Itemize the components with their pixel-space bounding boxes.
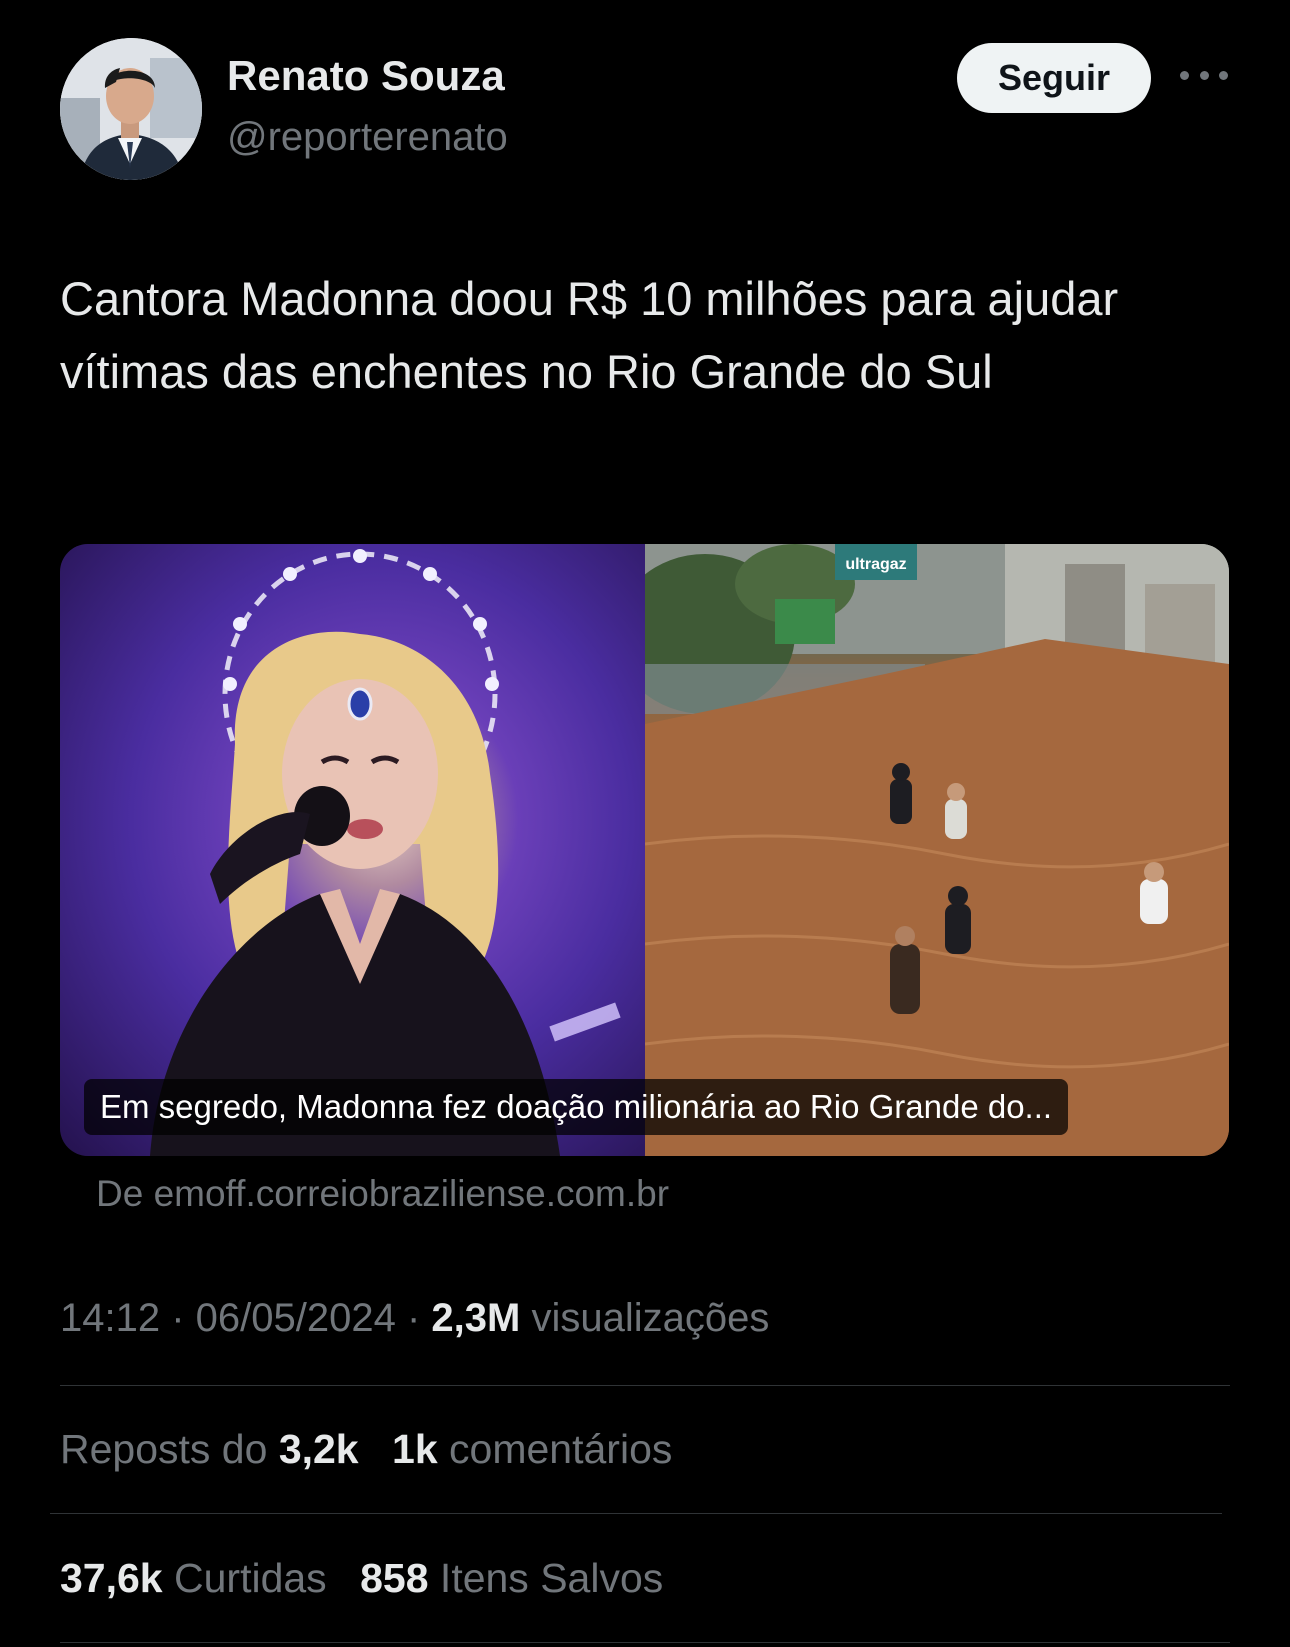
more-dot: [1219, 70, 1228, 80]
card-image-flood: ultragaz: [645, 544, 1229, 1156]
divider: [60, 1385, 1230, 1386]
tweet-time[interactable]: 14:12: [60, 1296, 160, 1340]
divider: [50, 1513, 1222, 1514]
card-source-domain[interactable]: De emoff.correiobraziliense.com.br: [96, 1173, 669, 1215]
reposts-label: Reposts do: [60, 1426, 268, 1472]
views-label: visualizações: [531, 1296, 770, 1340]
comments-label: comentários: [449, 1426, 673, 1472]
likes-label: Curtidas: [174, 1555, 327, 1601]
avatar[interactable]: [60, 38, 202, 180]
follow-button[interactable]: Seguir: [957, 43, 1151, 113]
comments-stat[interactable]: 1k comentários: [392, 1426, 672, 1473]
link-card[interactable]: ultragaz Em segredo, Madonna fez doação …: [60, 544, 1229, 1156]
engagement-row-likes: 37,6k Curtidas 858 Itens Salvos: [60, 1555, 685, 1602]
saves-stat[interactable]: 858 Itens Salvos: [360, 1555, 663, 1602]
card-caption: Em segredo, Madonna fez doação milionári…: [84, 1079, 1069, 1135]
likes-stat[interactable]: 37,6k Curtidas: [60, 1555, 327, 1602]
tweet-meta: 14:12 · 06/05/2024 · 2,3M visualizações: [60, 1296, 769, 1341]
reposts-stat[interactable]: Reposts do 3,2k: [60, 1426, 359, 1473]
likes-count: 37,6k: [60, 1555, 163, 1601]
tweet-date[interactable]: 06/05/2024: [196, 1296, 396, 1340]
avatar-photo: [60, 38, 202, 180]
meta-separator: ·: [395, 1296, 432, 1340]
reposts-count: 3,2k: [278, 1426, 359, 1472]
more-dot: [1199, 70, 1209, 80]
views-count: 2,3M: [431, 1296, 521, 1340]
saves-count: 858: [360, 1555, 429, 1601]
storefront-sign-text: ultragaz: [845, 556, 906, 573]
comments-count: 1k: [392, 1426, 438, 1472]
more-dot: [1180, 70, 1189, 80]
more-horizontal-icon[interactable]: [1180, 60, 1228, 90]
engagement-row-reposts: Reposts do 3,2k 1k comentários: [60, 1426, 694, 1473]
card-image-singer: [60, 544, 645, 1156]
author-handle[interactable]: @reporterenato: [227, 115, 508, 160]
divider: [60, 1642, 1230, 1643]
tweet-text: Cantora Madonna doou R$ 10 milhões para …: [60, 272, 1119, 398]
meta-separator: ·: [160, 1296, 196, 1340]
saves-label: Itens Salvos: [439, 1555, 664, 1601]
author-name[interactable]: Renato Souza: [227, 52, 505, 100]
